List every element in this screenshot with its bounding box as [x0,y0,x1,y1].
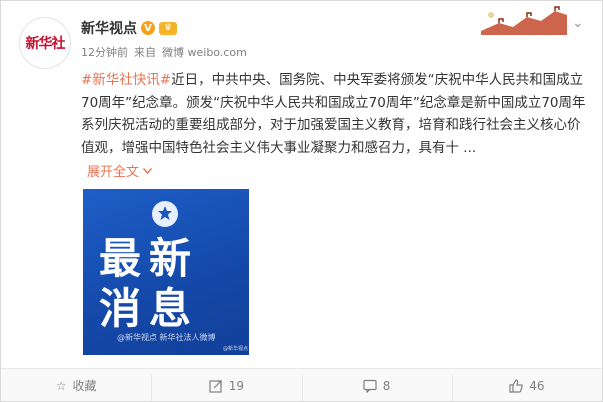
repost-button[interactable]: 19 [151,374,301,401]
expand-label: 展开全文 [87,165,140,180]
image-headline-line2: 消息 [99,284,200,333]
verified-icon: V [141,21,155,35]
favorite-button[interactable]: ☆ 收藏 [1,377,151,394]
like-button[interactable]: 46 [451,374,602,401]
vip-crown-icon: ♛ [159,21,177,35]
comment-button[interactable]: 8 [301,374,452,401]
post-meta: 12分钟前 来自 微博 weibo.com [81,44,247,60]
chevron-down-icon[interactable]: ⌄ [572,15,584,31]
like-count: 46 [529,378,545,393]
star-icon: ☆ [55,378,67,393]
favorite-label: 收藏 [72,379,97,393]
repost-count: 19 [228,378,245,393]
author-row: 新华视点 V ♛ [81,18,177,38]
avatar-logo-text: 新华社 [25,36,66,52]
image-watermark: @新华视点 [223,346,249,352]
comment-icon [363,379,377,393]
weibo-post-card: 新华社 新华视点 V ♛ 12分钟前 来自 微博 weibo.com ⌄ #新华… [0,0,603,402]
post-source[interactable]: 微博 weibo.com [162,44,247,60]
national-emblem-icon [152,201,178,227]
image-credit: @新华视点 新华社法人微博 [117,333,216,342]
expand-chevron-icon [143,167,153,174]
post-text: #新华社快讯#近日，中共中央、国务院、中央军委将颁发“庆祝中华人民共和国成立70… [81,69,586,159]
comment-count: 8 [382,378,391,393]
great-wall-decoration-icon [481,6,567,35]
post-time[interactable]: 12分钟前 [81,44,128,60]
post-image-latest-news[interactable]: 最新 消息 @新华视点 新华社法人微博 @新华视点 [83,189,249,355]
action-bar: ☆ 收藏 19 8 46 [1,368,602,401]
source-prefix: 来自 [134,46,156,59]
avatar[interactable]: 新华社 [19,17,71,69]
author-name[interactable]: 新华视点 [81,18,137,38]
thumbs-up-icon [509,378,523,393]
repost-icon [209,379,222,393]
expand-full-text-link[interactable]: 展开全文 [87,161,153,180]
hashtag-link[interactable]: #新华社快讯# [81,72,171,88]
